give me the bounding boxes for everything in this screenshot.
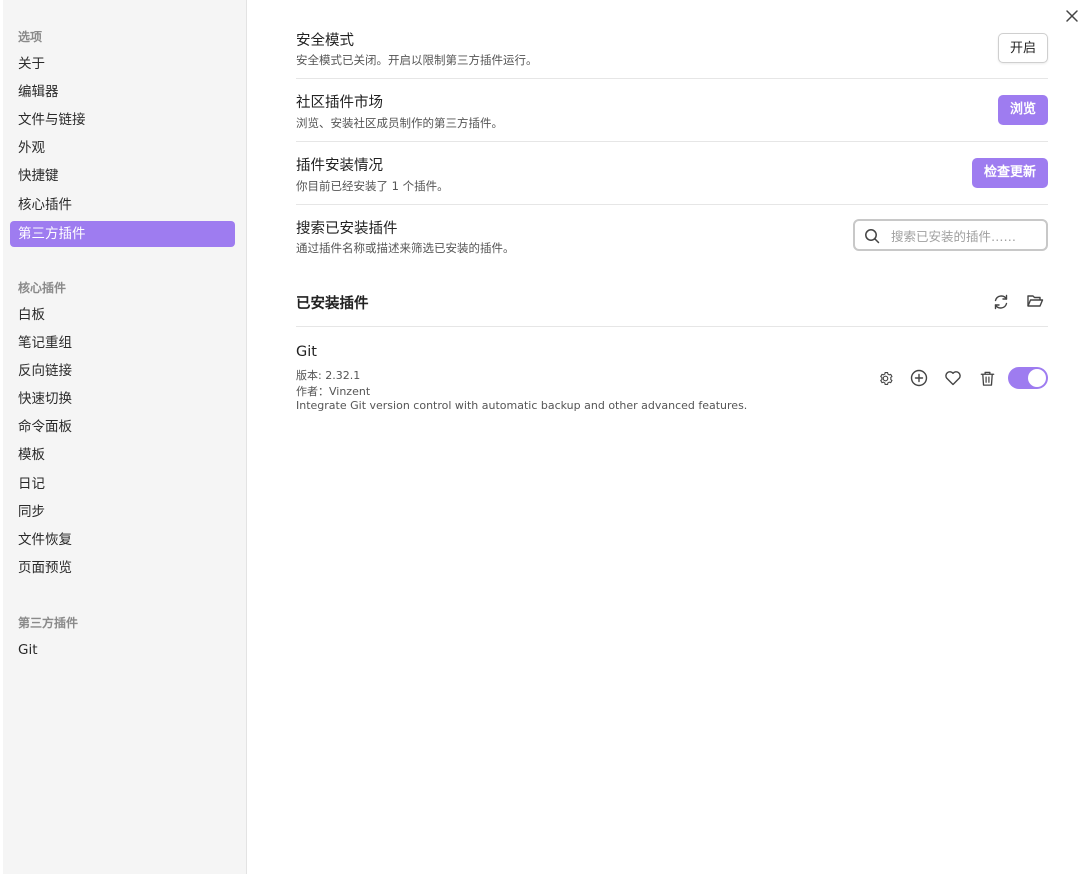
nav-quick-switcher[interactable]: 快速切换 <box>10 386 235 412</box>
nav-backlinks[interactable]: 反向链接 <box>10 358 235 384</box>
plus-circle-icon <box>910 369 928 387</box>
options-group-title: 选项 <box>18 30 43 44</box>
community-group-title: 第三方插件 <box>18 616 79 630</box>
setting-description: 浏览、安装社区成员制作的第三方插件。 <box>296 116 503 130</box>
nav-daily-notes[interactable]: 日记 <box>10 471 235 497</box>
installed-plugins-header: 已安装插件 <box>296 280 1048 327</box>
setting-description: 通过插件名称或描述来筛选已安装的插件。 <box>296 241 515 255</box>
open-plugins-folder-button[interactable] <box>1024 290 1046 312</box>
setting-name: 社区插件市场 <box>296 95 383 111</box>
setting-name: 搜索已安装插件 <box>296 221 398 237</box>
plugin-donate-button[interactable] <box>942 367 964 389</box>
nav-canvas[interactable]: 白板 <box>10 302 235 328</box>
nav-hotkeys[interactable]: 快捷键 <box>10 163 235 189</box>
trash-icon <box>980 371 994 386</box>
nav-appearance[interactable]: 外观 <box>10 135 235 161</box>
nav-about[interactable]: 关于 <box>10 51 235 77</box>
plugin-description: Integrate Git version control with autom… <box>296 399 748 412</box>
nav-plugin-git[interactable]: Git <box>10 637 235 663</box>
folder-open-icon <box>1027 295 1044 307</box>
core-group-title: 核心插件 <box>18 281 67 295</box>
setting-search-installed: 搜索已安装插件 通过插件名称或描述来筛选已安装的插件。 <box>296 205 1048 265</box>
browse-button[interactable]: 浏览 <box>998 95 1048 125</box>
nav-templates[interactable]: 模板 <box>10 442 235 468</box>
plugin-search-input[interactable] <box>889 224 1043 248</box>
plugin-search-box[interactable] <box>853 219 1048 251</box>
heart-icon <box>945 371 961 386</box>
setting-community-market: 社区插件市场 浏览、安装社区成员制作的第三方插件。 浏览 <box>296 79 1048 142</box>
nav-page-preview[interactable]: 页面预览 <box>10 555 235 581</box>
nav-note-composer[interactable]: 笔记重组 <box>10 330 235 356</box>
setting-name: 安全模式 <box>296 33 354 49</box>
plugin-settings-button[interactable] <box>874 367 896 389</box>
setting-description: 安全模式已关闭。开启以限制第三方插件运行。 <box>296 53 538 67</box>
nav-command-palette[interactable]: 命令面板 <box>10 414 235 440</box>
gear-icon <box>879 371 892 385</box>
close-button[interactable] <box>1062 6 1082 26</box>
plugin-hotkeys-button[interactable] <box>908 367 930 389</box>
plugin-enable-toggle[interactable] <box>1008 367 1048 389</box>
nav-sync[interactable]: 同步 <box>10 499 235 525</box>
plugin-version: 版本: 2.32.1 <box>296 369 361 382</box>
nav-community-plugins[interactable]: 第三方插件 <box>10 221 235 247</box>
plugin-name: Git <box>296 344 317 360</box>
safe-mode-enable-button[interactable]: 开启 <box>998 33 1048 63</box>
plugin-item-git: Git 版本: 2.32.1 作者：Vinzent Integrate Git … <box>296 340 1048 420</box>
nav-core-plugins[interactable]: 核心插件 <box>10 192 235 218</box>
setting-plugin-status: 插件安装情况 你目前已经安装了 1 个插件。 检查更新 <box>296 142 1048 205</box>
close-icon <box>1066 10 1078 22</box>
check-updates-button[interactable]: 检查更新 <box>972 158 1048 188</box>
reload-plugins-button[interactable] <box>990 291 1012 313</box>
toggle-knob <box>1028 369 1046 387</box>
search-icon <box>865 229 880 244</box>
setting-safe-mode: 安全模式 安全模式已关闭。开启以限制第三方插件运行。 开启 <box>296 22 1048 79</box>
refresh-icon <box>994 294 1008 310</box>
setting-name: 插件安装情况 <box>296 158 383 174</box>
settings-sidebar: 选项 关于 编辑器 文件与链接 外观 快捷键 核心插件 第三方插件 核心插件 白… <box>3 0 247 874</box>
nav-files-links[interactable]: 文件与链接 <box>10 107 235 133</box>
nav-file-recovery[interactable]: 文件恢复 <box>10 527 235 553</box>
installed-plugins-title: 已安装插件 <box>296 296 369 312</box>
nav-editor[interactable]: 编辑器 <box>10 79 235 105</box>
setting-description: 你目前已经安装了 1 个插件。 <box>296 179 449 193</box>
plugin-author: 作者：Vinzent <box>296 385 371 398</box>
plugin-uninstall-button[interactable] <box>976 367 998 389</box>
